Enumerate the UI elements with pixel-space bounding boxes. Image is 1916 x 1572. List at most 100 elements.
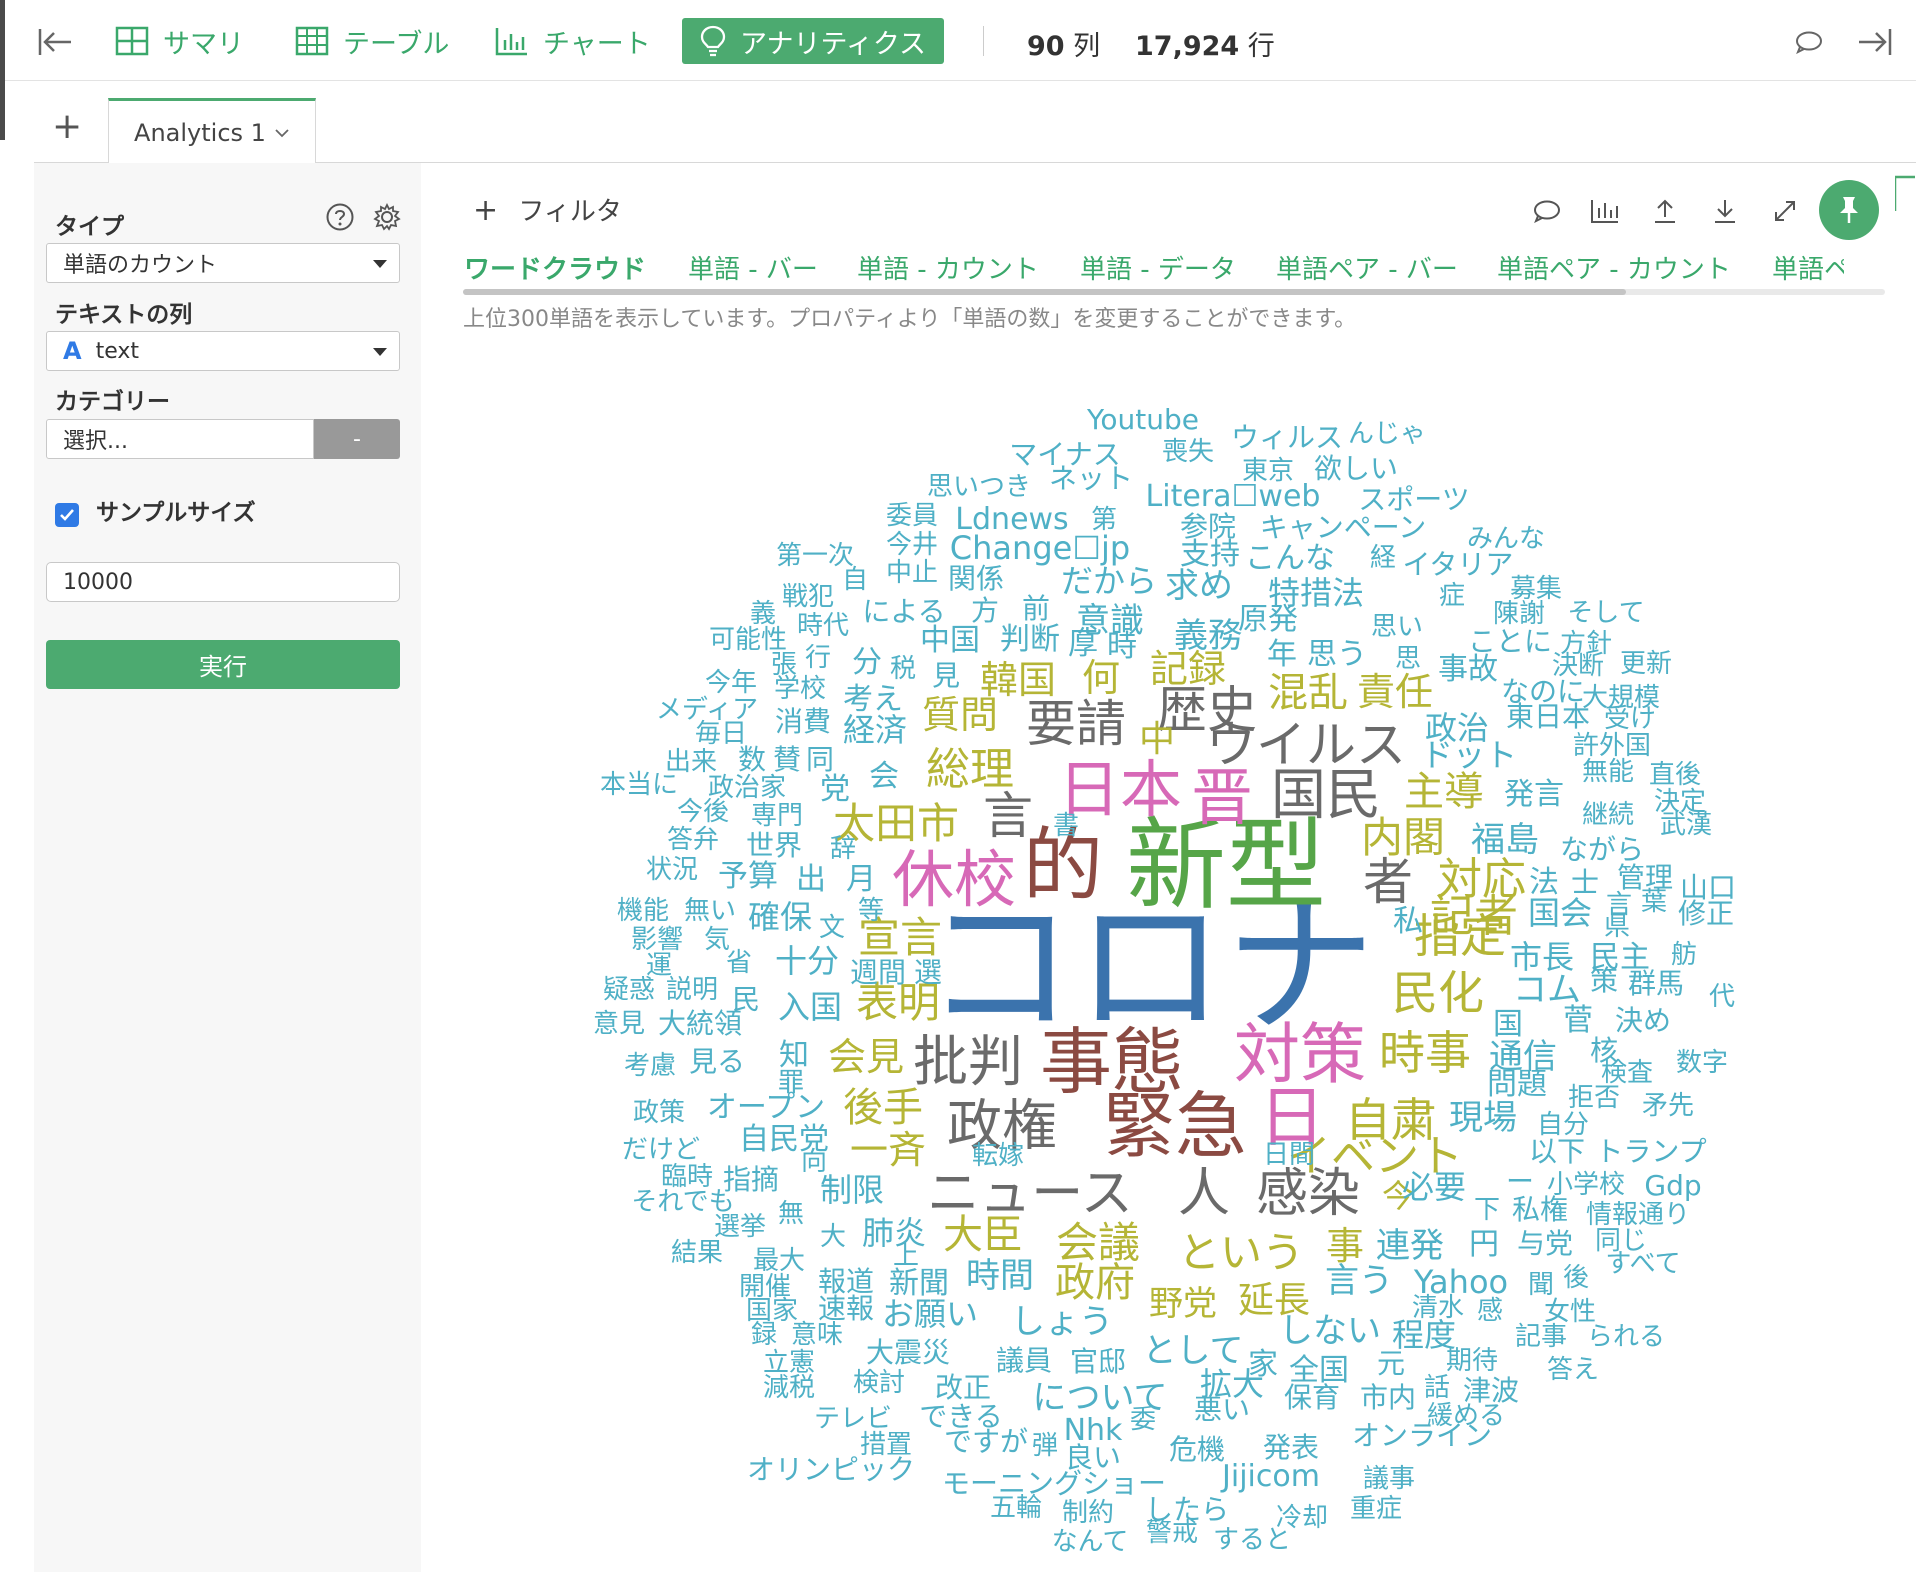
tab-analytics-label: アナリティクス	[740, 28, 927, 60]
wordcloud-word: 大統領	[657, 1007, 743, 1040]
wordcloud-word: 税	[889, 654, 917, 684]
text-column-value: text	[95, 338, 139, 364]
pin-button[interactable]	[1819, 180, 1879, 240]
text-type-icon: A	[63, 337, 82, 365]
wordcloud-word: 円	[1469, 1227, 1499, 1262]
upload-icon[interactable]	[1647, 193, 1683, 229]
subtab-word-data[interactable]: 単語 - データ	[1080, 249, 1236, 286]
wordcloud-word: 自	[841, 565, 869, 595]
gear-icon[interactable]	[371, 201, 403, 233]
wordcloud-word: 総理	[926, 744, 1014, 795]
wordcloud-word: 何	[1081, 656, 1121, 700]
category-select[interactable]: 選択...	[46, 419, 314, 459]
comment-icon[interactable]	[1529, 193, 1565, 229]
wordcloud-word: 見	[931, 659, 961, 692]
wordcloud-word: 時間	[966, 1256, 1034, 1296]
wordcloud-word: 代	[1708, 982, 1736, 1012]
wordcloud-word: 野党	[1149, 1284, 1217, 1324]
wordcloud-word: 経	[1369, 543, 1397, 573]
tab-summary[interactable]: サマリ	[115, 18, 244, 64]
wordcloud-word: による	[862, 595, 946, 628]
wordcloud-word: 答え	[1546, 1355, 1600, 1385]
wordcloud-word: 思いつき	[926, 472, 1032, 502]
dropdown-caret-icon	[373, 260, 387, 268]
tab-analytics-1[interactable]: Analytics 1	[108, 98, 316, 165]
subtab-word-bar[interactable]: 単語 - バー	[688, 249, 818, 286]
subtab-pair-bar[interactable]: 単語ペア - バー	[1276, 249, 1458, 286]
subtab-wordcloud[interactable]: ワードクラウド	[464, 249, 646, 286]
category-clear-button[interactable]: -	[314, 419, 400, 459]
pin-icon	[1840, 197, 1858, 223]
wordcloud-word: 主導	[1404, 769, 1484, 815]
wordcloud-word: 十分	[774, 942, 840, 980]
wordcloud-word: 無能	[1581, 757, 1635, 787]
filter-button[interactable]: + フィルタ	[473, 191, 622, 228]
wordcloud-word: 日間	[1262, 1140, 1316, 1170]
run-button[interactable]: 実行	[46, 640, 400, 689]
wordcloud-word: 選挙	[713, 1212, 767, 1242]
expand-icon[interactable]	[1767, 193, 1803, 229]
wordcloud-word: 会見	[827, 1035, 905, 1079]
wordcloud-word: 者	[1363, 853, 1413, 911]
download-icon[interactable]	[1707, 193, 1743, 229]
sample-size-checkbox[interactable]	[55, 503, 79, 527]
wordcloud-word: お願い	[881, 1295, 979, 1333]
subtab-pair-count[interactable]: 単語ペア - カウント	[1497, 249, 1731, 286]
wordcloud-word: 数字	[1675, 1048, 1729, 1078]
wordcloud-word: 結果	[670, 1238, 724, 1268]
tab-table[interactable]: テーブル	[295, 18, 449, 64]
add-tab-button[interactable]: +	[52, 106, 82, 147]
subtab-scrollbar-thumb[interactable]	[463, 289, 1626, 295]
wordcloud-word: 官邸	[1069, 1345, 1127, 1378]
wordcloud-word: 判断	[1000, 622, 1060, 657]
tab-chart-label: チャート	[543, 28, 651, 60]
collapse-left-icon[interactable]	[35, 22, 75, 62]
wordcloud-word: 週間	[849, 956, 907, 989]
category-label: カテゴリー	[55, 389, 170, 415]
wordcloud-word: 発表	[1262, 1431, 1320, 1464]
subtab-word-count[interactable]: 単語 - カウント	[857, 249, 1039, 286]
plus-icon: +	[473, 193, 499, 228]
wordcloud-word: 休校	[891, 843, 1017, 916]
text-column-select[interactable]: A text	[46, 331, 400, 371]
wordcloud-word: 時	[1107, 629, 1137, 664]
wordcloud-word: 問題	[1487, 1067, 1547, 1102]
help-icon[interactable]	[324, 201, 356, 233]
type-select[interactable]: 単語のカウント	[46, 243, 400, 283]
wordcloud-word: 減税	[762, 1373, 816, 1403]
wordcloud-word: 世界	[745, 829, 803, 862]
lightbulb-icon	[700, 25, 726, 57]
tab-chart[interactable]: チャート	[495, 18, 651, 64]
wordcloud-word: 晋	[1190, 761, 1254, 834]
collapse-right-icon[interactable]	[1855, 22, 1895, 62]
wordcloud-word: すべて	[1605, 1249, 1681, 1279]
wordcloud-word: 五輪	[989, 1493, 1043, 1523]
wordcloud-word: 批判	[912, 1029, 1024, 1094]
wordcloud-word: 前	[1021, 592, 1051, 625]
comment-icon[interactable]	[1791, 24, 1827, 60]
filter-label: フィルタ	[518, 197, 622, 227]
sample-size-input[interactable]: 10000	[46, 562, 400, 602]
wordcloud-word: 予算	[718, 859, 778, 894]
dropdown-caret-icon	[373, 348, 387, 356]
wordcloud-word: ウィルス	[1230, 421, 1344, 454]
type-select-value: 単語のカウント	[63, 253, 218, 278]
wordcloud-word: 言う	[1325, 1261, 1393, 1301]
tab-analytics-1-label: Analytics 1	[134, 119, 266, 147]
wordcloud-word: 戦犯	[781, 582, 835, 612]
subtab-scrollbar[interactable]	[463, 289, 1885, 295]
wordcloud-word: 無	[777, 1199, 805, 1229]
wordcloud-word: 更新	[1619, 649, 1673, 679]
wordcloud-word: 消費	[774, 705, 832, 738]
wordcloud-word: スポーツ	[1358, 483, 1470, 516]
subtab-pair-more[interactable]: 単語ペ	[1772, 249, 1844, 286]
wordcloud-word: Youtube	[1087, 403, 1199, 436]
wordcloud-word: 後	[1562, 1263, 1590, 1293]
bar-chart-icon	[495, 28, 527, 56]
wordcloud-word: 記事	[1514, 1322, 1568, 1352]
chart-settings-icon[interactable]	[1587, 193, 1623, 229]
wordcloud-word: 質問	[921, 693, 999, 737]
wordcloud-word: 士	[1570, 866, 1600, 899]
tab-analytics[interactable]: アナリティクス	[682, 18, 945, 64]
wordcloud-word: 拒否	[1567, 1083, 1621, 1113]
